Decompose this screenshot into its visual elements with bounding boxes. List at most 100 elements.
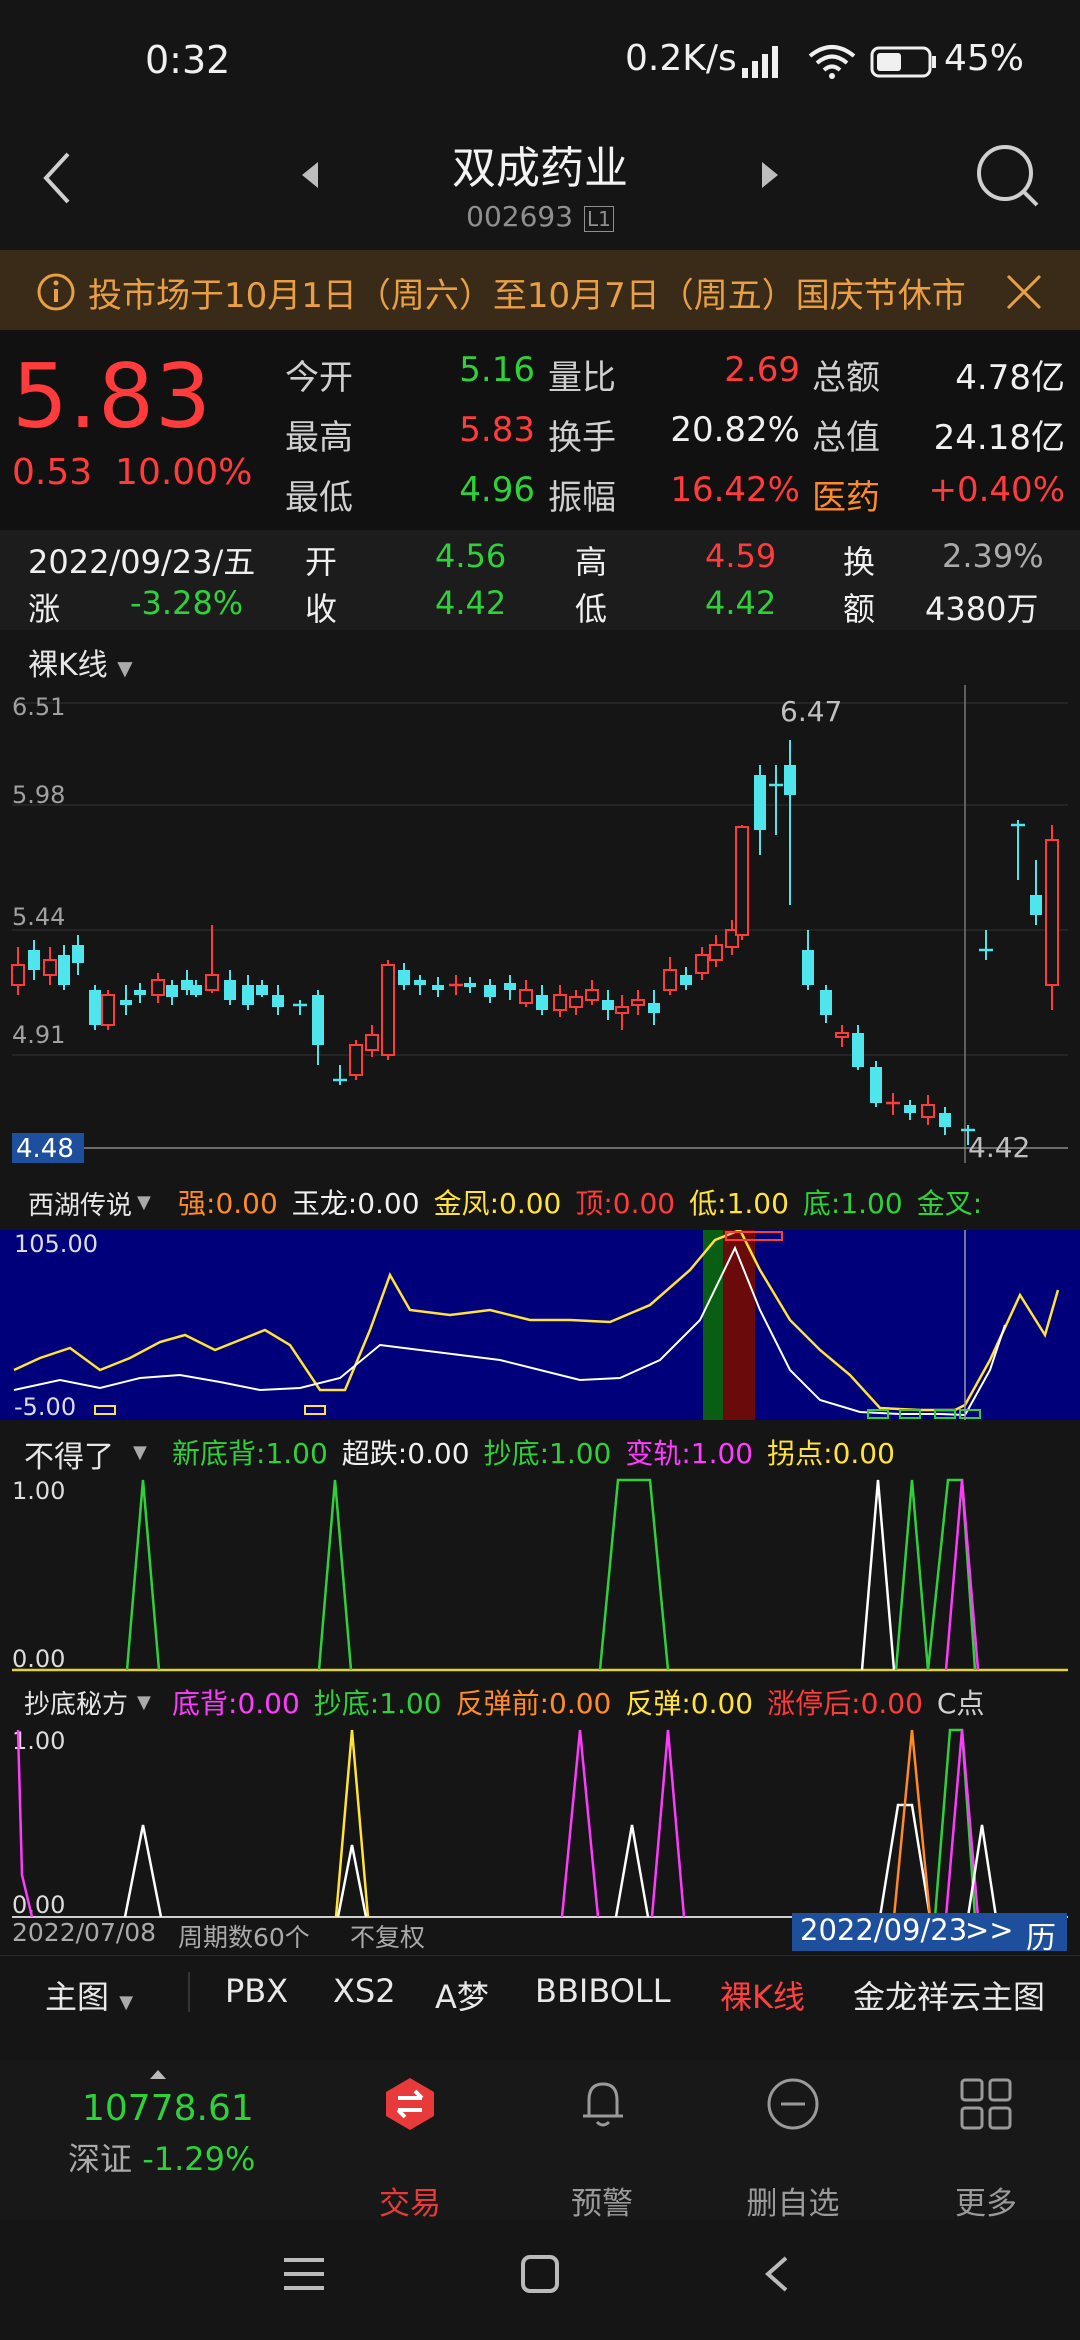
candle: [43, 947, 57, 985]
tab-xs2[interactable]: XS2: [333, 1972, 396, 2010]
last-price: 5.83: [12, 345, 212, 448]
candle: [205, 925, 219, 993]
ind3-legend-item: 涨停后:0.00: [767, 1687, 923, 1720]
start-date: 2022/07/08: [12, 1918, 157, 1947]
turnover-label: 换手: [548, 418, 616, 458]
candle: [134, 983, 146, 1003]
candle: [464, 977, 476, 993]
candle: [1030, 860, 1042, 925]
indicator2-spike: [598, 1478, 670, 1671]
day-low-value: 4.42: [705, 584, 777, 622]
indicator1-top-label: 105.00: [14, 1230, 98, 1258]
nav-remove-watchlist[interactable]: 删自选: [713, 2178, 873, 2223]
nav-alert[interactable]: 预警: [522, 2178, 682, 2223]
index-value[interactable]: 10778.61: [82, 2088, 254, 2129]
indicator3-name[interactable]: 抄底秘方: [24, 1684, 128, 1721]
tab-pbx[interactable]: PBX: [225, 1972, 288, 2010]
candle: [89, 985, 101, 1030]
candle: [802, 930, 814, 990]
candle: [365, 1025, 379, 1057]
candle: [648, 990, 660, 1025]
kline-selector[interactable]: 裸K线 ▼: [28, 640, 133, 684]
indicator3-top-label: 1.00: [12, 1727, 65, 1755]
candle: [921, 1095, 935, 1125]
amount-value: 4.78亿: [955, 358, 1065, 398]
status-network-speed: 0.2K/s: [625, 38, 737, 79]
trade-icon[interactable]: [382, 2076, 438, 2132]
day-amt-label: 额: [843, 590, 876, 628]
ind1-legend-item: 金叉:: [916, 1187, 983, 1220]
grid-icon[interactable]: [958, 2076, 1014, 2132]
candle: [72, 935, 84, 975]
candle: [166, 980, 178, 1005]
candle: [381, 960, 395, 1060]
candle: [569, 990, 583, 1015]
day-zhang-value: -3.28%: [130, 584, 244, 622]
search-icon[interactable]: [975, 143, 1041, 209]
candle: [585, 980, 599, 1005]
indicator2-top-label: 1.00: [12, 1477, 65, 1505]
index-name: 深证: [68, 2140, 133, 2178]
ind2-legend-item: 超跌:0.00: [341, 1437, 470, 1470]
indicator1-chart: 105.00 -5.00: [0, 1230, 1080, 1420]
tab-jinlong[interactable]: 金龙祥云主图: [853, 1972, 1045, 2018]
home-icon[interactable]: [520, 2254, 560, 2294]
indicator3-bottom-label: 0.00: [12, 1891, 65, 1919]
nav-trade[interactable]: 交易: [330, 2178, 490, 2223]
y-tick-label: 4.91: [12, 1021, 65, 1049]
menu-icon[interactable]: [282, 2256, 326, 2292]
system-back-icon[interactable]: [762, 2254, 792, 2294]
day-date: 2022/09/23/五: [28, 543, 256, 581]
candle: [615, 995, 629, 1030]
stock-code: 002693 L1: [0, 200, 1080, 233]
remove-watchlist-icon[interactable]: [765, 2076, 821, 2132]
vol-ratio-value: 2.69: [724, 350, 800, 390]
index-info[interactable]: 深证 -1.29%: [68, 2134, 255, 2180]
tab-main-chart[interactable]: 主图 ▼: [45, 1972, 133, 2018]
indicator2-name[interactable]: 不得了: [24, 1432, 114, 1476]
bell-icon[interactable]: [575, 2076, 631, 2132]
signal-icon: [742, 46, 778, 78]
day-close-label: 收: [305, 590, 338, 628]
notice-text: 投市场于10月1日（周六）至10月7日（周五）国庆节休市: [88, 276, 966, 316]
ind1-legend-item: 顶:0.00: [575, 1187, 676, 1220]
indicator1-name[interactable]: 西湖传说: [28, 1185, 132, 1222]
high-value: 5.83: [459, 410, 535, 450]
candle: [293, 1000, 307, 1015]
candle: [519, 980, 533, 1007]
history-label[interactable]: 历: [1026, 1913, 1056, 1957]
candle: [349, 1040, 363, 1080]
nav-more[interactable]: 更多: [906, 2178, 1066, 2223]
ind2-legend-item: 拐点:0.00: [767, 1437, 895, 1470]
amplitude-value: 16.42%: [670, 470, 800, 510]
today-open-value: 5.16: [459, 350, 535, 390]
chevron-down-icon: ▼: [137, 1192, 151, 1213]
chevron-down-icon: ▼: [137, 1692, 151, 1713]
next-stock-icon[interactable]: [758, 160, 782, 190]
low-label: 最低: [285, 478, 353, 518]
adjust-mode[interactable]: 不复权: [350, 1918, 425, 1954]
candle: [11, 947, 25, 995]
indicator3-chart: 1.00 0.00: [12, 1727, 1068, 1919]
y-tick-label: 6.51: [12, 693, 65, 721]
candle: [886, 1093, 900, 1115]
sector-label[interactable]: 医药: [812, 470, 880, 519]
candle: [769, 765, 783, 835]
candle: [484, 979, 496, 1003]
candle: [784, 740, 796, 905]
indicator2-spike: [926, 1478, 977, 1671]
tab-bbiboll[interactable]: BBIBOLL: [535, 1972, 671, 2010]
close-icon[interactable]: [1004, 272, 1044, 312]
candle: [504, 975, 516, 1000]
candle: [735, 825, 749, 940]
indicator3-spike: [878, 1803, 932, 1918]
candle: [101, 990, 115, 1030]
turnover-value: 20.82%: [670, 410, 800, 450]
kline-chart[interactable]: 6.51 5.98 5.44 4.91 4.48 6.47 4.42: [0, 685, 1080, 1165]
tab-divider: [188, 1972, 190, 2012]
day-amt-value: 4380万: [925, 590, 1039, 628]
y-tick-label: 5.98: [12, 781, 65, 809]
high-label: 最高: [285, 418, 353, 458]
tab-ameng[interactable]: A梦: [435, 1972, 489, 2018]
tab-naked-kline[interactable]: 裸K线: [720, 1972, 805, 2018]
